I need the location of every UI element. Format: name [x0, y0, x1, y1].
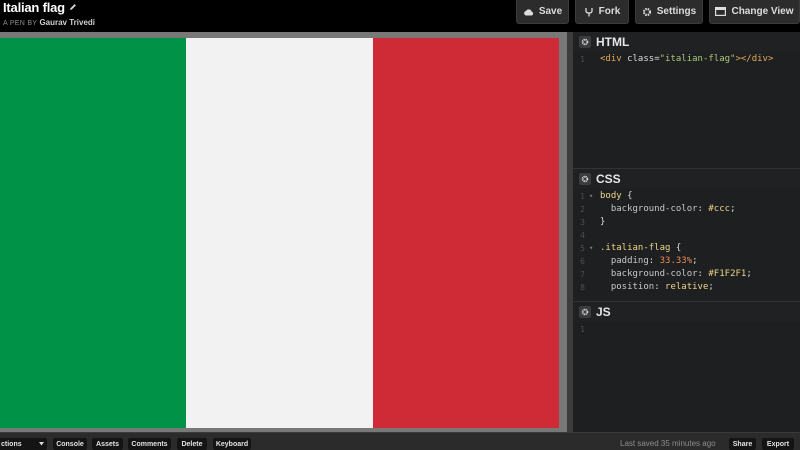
flag-stripe-white: [186, 38, 373, 428]
header-bar: Italian flag A PEN BY Gaurav Trivedi Sav…: [0, 0, 800, 32]
line-number: 6: [580, 257, 585, 266]
line-number: 4: [580, 231, 585, 240]
html-editor-header: HTML: [573, 32, 800, 52]
export-button[interactable]: Export: [762, 438, 794, 450]
js-code-area[interactable]: 1: [573, 322, 800, 336]
css-code-line: 6 padding: 33.33%;: [573, 255, 800, 268]
js-editor-title: JS: [596, 305, 611, 319]
last-saved-status: Last saved 35 minutes ago: [620, 439, 716, 448]
change-view-label: Change View: [731, 6, 794, 17]
code-text: padding: 33.33%;: [600, 256, 698, 266]
flag-stripe-green: [0, 38, 187, 428]
settings-button[interactable]: Settings: [635, 0, 703, 24]
css-code-line: 3}: [573, 216, 800, 229]
collections-button[interactable]: ctions: [0, 438, 47, 450]
pen-title: Italian flag: [3, 0, 65, 15]
html-code-line: 1 <div class="italian-flag"></div>: [573, 53, 800, 66]
js-settings-gear-icon[interactable]: [579, 306, 591, 318]
fold-arrow-icon[interactable]: ▾: [589, 190, 593, 203]
css-code-line: 2 background-color: #ccc;: [573, 203, 800, 216]
editor-column: HTML 1 <div class="italian-flag"></div> C…: [573, 32, 800, 433]
css-editor-title: CSS: [596, 172, 621, 186]
result-preview: [0, 32, 567, 432]
by-label: A PEN BY: [3, 20, 38, 27]
css-code-line: 4: [573, 229, 800, 242]
code-text: background-color: #F1F2F1;: [600, 269, 752, 279]
save-label: Save: [538, 6, 563, 17]
html-code-area[interactable]: 1 <div class="italian-flag"></div>: [573, 52, 800, 66]
js-editor[interactable]: JS 1: [573, 301, 800, 433]
line-number: 3: [580, 218, 585, 227]
pen-title-area: Italian flag A PEN BY Gaurav Trivedi: [3, 0, 95, 27]
collections-label: ctions: [1, 440, 22, 448]
css-editor[interactable]: CSS 1 ▾ body {2 background-color: #ccc; 3} 4…: [573, 168, 800, 301]
code-text: }: [600, 217, 606, 227]
italian-flag: [0, 38, 559, 428]
cloud-icon: [523, 8, 534, 16]
css-code-line: 5 ▾ .italian-flag {: [573, 242, 800, 255]
pen-byline: A PEN BY Gaurav Trivedi: [3, 18, 95, 27]
layout-icon: [715, 7, 727, 16]
save-button[interactable]: Save: [516, 0, 569, 24]
author-link[interactable]: Gaurav Trivedi: [39, 18, 95, 27]
css-code-line: 7 background-color: #F1F2F1;: [573, 268, 800, 281]
assets-button[interactable]: Assets: [92, 438, 123, 450]
fork-label: Fork: [598, 6, 621, 17]
css-editor-header: CSS: [573, 169, 800, 189]
code-text: <div class="italian-flag"></div>: [600, 54, 774, 64]
css-settings-gear-icon[interactable]: [579, 173, 591, 185]
fork-button[interactable]: Fork: [575, 0, 629, 24]
share-button[interactable]: Share: [729, 438, 756, 450]
js-editor-header: JS: [573, 302, 800, 322]
css-code-area[interactable]: 1 ▾ body {2 background-color: #ccc; 3} 4 5 ▾ .i…: [573, 189, 800, 294]
line-number: 1: [580, 192, 585, 201]
comments-button[interactable]: Comments: [128, 438, 171, 450]
line-number: 7: [580, 270, 585, 279]
code-text: .italian-flag {: [600, 243, 682, 253]
settings-label: Settings: [656, 6, 697, 17]
html-editor-title: HTML: [596, 35, 630, 49]
css-code-line: 8 position: relative;: [573, 281, 800, 294]
line-number: 2: [580, 205, 585, 214]
line-number: 1: [580, 325, 585, 334]
change-view-button[interactable]: Change View: [709, 0, 800, 24]
code-text: position: relative;: [600, 282, 714, 292]
line-number: 1: [580, 55, 585, 64]
pencil-edit-icon[interactable]: [69, 0, 77, 16]
flag-stripe-red: [372, 38, 559, 428]
html-settings-gear-icon[interactable]: [579, 36, 591, 48]
html-editor[interactable]: HTML 1 <div class="italian-flag"></div>: [573, 32, 800, 167]
keyboard-button[interactable]: Keyboard: [213, 438, 251, 450]
line-number: 5: [580, 244, 585, 253]
code-text: background-color: #ccc;: [600, 204, 736, 214]
js-code-line: 1: [573, 323, 800, 336]
footer-bar: ctions Console Assets Comments Delete Ke…: [0, 432, 800, 450]
css-code-line: 1 ▾ body {: [573, 190, 800, 203]
delete-button[interactable]: Delete: [177, 438, 207, 450]
console-button[interactable]: Console: [53, 438, 87, 450]
fork-icon: [584, 7, 594, 17]
code-text: body {: [600, 191, 633, 201]
line-number: 8: [580, 283, 585, 292]
fold-arrow-icon[interactable]: ▾: [589, 242, 593, 255]
gear-icon: [642, 7, 652, 17]
dropdown-arrow-icon: [39, 441, 44, 448]
